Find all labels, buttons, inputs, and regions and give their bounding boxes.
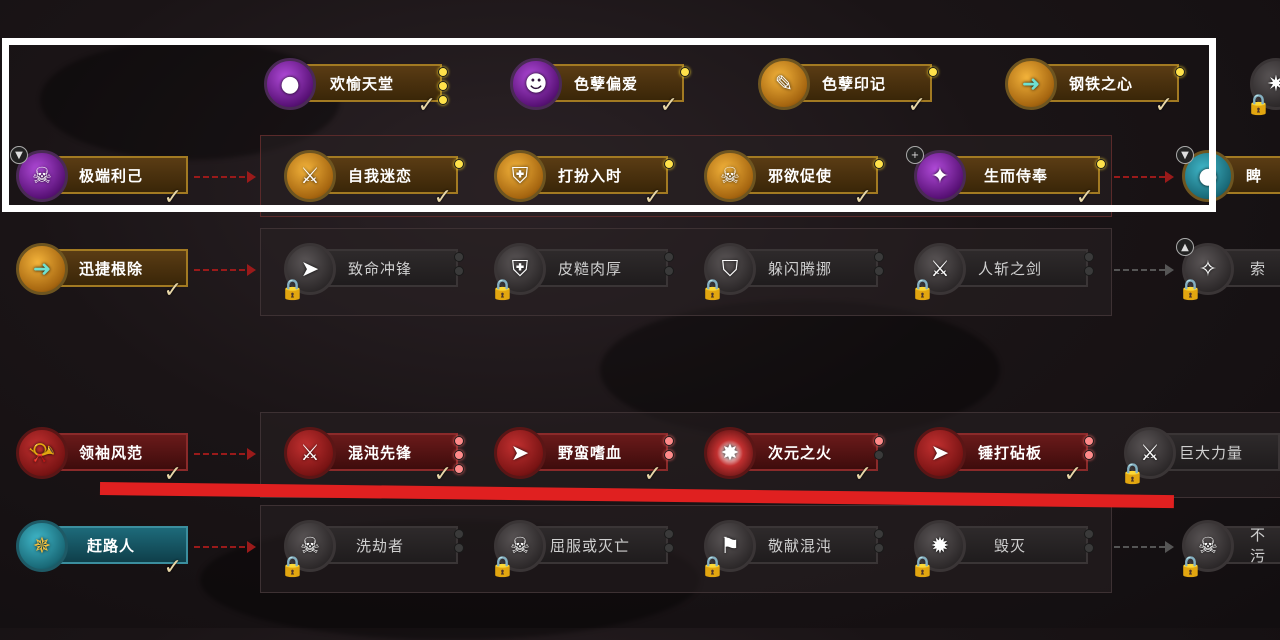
skill-node[interactable]: ☻ 色孽偏爱 ✓ — [510, 58, 690, 118]
skill-node-root[interactable]: 📯 领袖风范 ✓ — [16, 427, 188, 487]
lock-icon: 🔒 — [910, 554, 935, 578]
connector-arrow — [1114, 541, 1174, 553]
skill-node[interactable]: ➜ 钢铁之心 ✓ — [1005, 58, 1185, 118]
checkmark-icon: ✓ — [659, 93, 678, 118]
lock-icon: 🔒 — [1178, 554, 1203, 578]
checkmark-icon: ✓ — [433, 462, 452, 487]
lock-icon: 🔒 — [490, 277, 515, 301]
armor-icon: ⛨ — [494, 150, 546, 202]
connector-arrow — [194, 171, 256, 183]
skill-node-partial[interactable]: ● 睥 — [1182, 150, 1280, 202]
sword-icon: ⚔ — [284, 427, 336, 479]
checkmark-icon: ✓ — [433, 185, 452, 210]
checkmark-icon: ✓ — [163, 555, 182, 580]
connector-arrow — [194, 541, 256, 553]
dash-arrow-icon: ➜ — [16, 243, 68, 295]
skill-node[interactable]: ● 欢愉天堂 ✓ — [264, 58, 448, 118]
skill-node[interactable]: ➤ 野蛮嗜血 ✓ — [494, 427, 674, 487]
checkmark-icon: ✓ — [163, 185, 182, 210]
horn-icon: 📯 — [16, 427, 68, 479]
skill-node-locked[interactable]: ⛉ 躲闪腾挪 🔒 — [700, 243, 884, 301]
checkmark-icon: ✓ — [1063, 462, 1082, 487]
connector-arrow — [194, 448, 256, 460]
skill-node-locked[interactable]: ⚑ 敬献混沌 🔒 — [700, 520, 884, 578]
skill-node[interactable]: ➤ 锤打砧板 ✓ — [914, 427, 1094, 487]
lock-icon: 🔒 — [1178, 277, 1203, 301]
skill-node-locked[interactable]: ➤ 致命冲锋 🔒 — [280, 243, 464, 301]
plus-badge-icon: + — [906, 146, 924, 164]
skill-node[interactable]: ✎ 色孽印记 ✓ — [758, 58, 938, 118]
compass-icon: ✵ — [16, 520, 68, 572]
skill-node[interactable]: ☠ 邪欲促使 ✓ — [704, 150, 884, 210]
ghost-icon: ☻ — [510, 58, 562, 110]
charge-arrow-icon: ➤ — [494, 427, 546, 479]
connector-arrow — [1114, 171, 1174, 183]
down-arrow-badge-icon: ▼ — [1176, 146, 1194, 164]
skull-coin-icon: ☠ — [704, 150, 756, 202]
skill-node[interactable]: ✦ 生而侍奉 ✓ — [914, 150, 1106, 210]
skill-node-locked[interactable]: ⛨ 皮糙肉厚 🔒 — [490, 243, 674, 301]
skill-node-root[interactable]: ✵ 赶路人 ✓ — [16, 520, 188, 580]
checkmark-icon: ✓ — [643, 185, 662, 210]
lock-icon: 🔒 — [1120, 461, 1145, 485]
scroll-icon: ✎ — [758, 58, 810, 110]
orb-icon: ● — [264, 58, 316, 110]
connector-arrow — [194, 264, 256, 276]
lock-icon: 🔒 — [280, 554, 305, 578]
skill-node-partial[interactable]: ☠ 不污 🔒 — [1178, 520, 1280, 578]
skill-node[interactable]: ✸ 次元之火 ✓ — [704, 427, 884, 487]
skill-node-locked[interactable]: ☠ 洗劫者 🔒 — [280, 520, 464, 578]
checkmark-icon: ✓ — [1075, 185, 1094, 210]
checkmark-icon: ✓ — [163, 278, 182, 303]
skill-node[interactable]: ⚔ 混沌先锋 ✓ — [284, 427, 464, 487]
skill-node[interactable]: ⛨ 打扮入时 ✓ — [494, 150, 674, 210]
skill-node-locked[interactable]: ✹ 毁灭 🔒 — [910, 520, 1094, 578]
up-arrow-badge-icon: ▲ — [1176, 238, 1194, 256]
skill-node-locked[interactable]: ⚔ 巨大力量 🔒 — [1120, 427, 1280, 485]
checkmark-icon: ✓ — [1154, 93, 1173, 118]
skill-node-partial[interactable]: ✧ 索 🔒 — [1178, 243, 1280, 301]
lock-icon: 🔒 — [1246, 92, 1271, 116]
down-arrow-badge-icon: ▼ — [10, 146, 28, 164]
dash-arrow-icon: ➜ — [1005, 58, 1057, 110]
sword-icon: ⚔ — [284, 150, 336, 202]
checkmark-icon: ✓ — [643, 462, 662, 487]
checkmark-icon: ✓ — [907, 93, 926, 118]
connector-arrow — [1114, 264, 1174, 276]
skill-node-root[interactable]: ☠ 极端利己 ✓ — [16, 150, 188, 210]
lock-icon: 🔒 — [490, 554, 515, 578]
charge-arrow-icon: ➤ — [914, 427, 966, 479]
checkmark-icon: ✓ — [417, 93, 436, 118]
skill-node-root[interactable]: ➜ 迅捷根除 ✓ — [16, 243, 188, 303]
skill-node[interactable]: ⚔ 自我迷恋 ✓ — [284, 150, 464, 210]
warp-fire-icon: ✸ — [704, 427, 756, 479]
lock-icon: 🔒 — [700, 554, 725, 578]
lock-icon: 🔒 — [700, 277, 725, 301]
skill-node-locked[interactable]: ☠ 屈服或灭亡 🔒 — [490, 520, 674, 578]
checkmark-icon: ✓ — [853, 185, 872, 210]
lock-icon: 🔒 — [280, 277, 305, 301]
checkmark-icon: ✓ — [853, 462, 872, 487]
skill-node-locked[interactable]: ⚔ 人斩之剑 🔒 — [910, 243, 1094, 301]
skill-node-partial[interactable]: ✷ 🔒 — [1246, 58, 1280, 116]
lock-icon: 🔒 — [910, 277, 935, 301]
